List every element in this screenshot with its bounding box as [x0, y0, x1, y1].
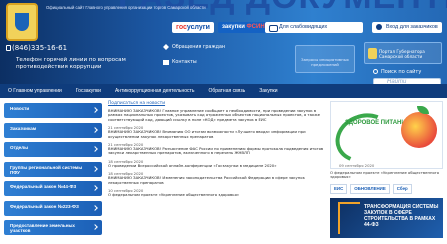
- hotline-text: Телефон горячей линии по вопросам против…: [16, 57, 126, 70]
- chevron-right-icon: [92, 165, 98, 172]
- customer-login-link[interactable]: Вход для заказчиков: [372, 22, 442, 33]
- contacts-icon: [163, 60, 169, 65]
- list-item[interactable]: ВНИМАНИЮ ЗАКАЗЧИКОВ! Главное управление …: [108, 108, 326, 122]
- sidebar-item-customers[interactable]: Заказчикам: [4, 122, 102, 138]
- search-icon: [373, 69, 378, 74]
- chevron-right-icon: [92, 204, 98, 211]
- list-item[interactable]: 21 сентября 2020 ВНИМАНИЮ ЗАКАЗЧИКОВ! Раз…: [108, 142, 326, 156]
- list-item[interactable]: 21 сентября 2020 ВНИМАНИЮ ЗАКАЗЧИКОВ! Вни…: [108, 125, 326, 139]
- appeals-link[interactable]: Обращения граждан: [172, 45, 225, 50]
- healthy-eating-banner[interactable]: ЗДОРОВОЕ ПИТАНИЕ 09 сентября 2020: [330, 101, 443, 169]
- phone-number: (846)335-16-61: [12, 44, 68, 52]
- chevron-right-icon: [92, 224, 98, 230]
- nav-item-purchases[interactable]: Закупки: [259, 88, 277, 94]
- list-item[interactable]: 18 сентября 2020 ВНИМАНИЮ ЗАКАЗЧИКОВ! Изм…: [108, 171, 326, 185]
- governor-portal-banner[interactable]: Портал Губернатора Самарской области: [364, 42, 442, 64]
- right-column: ЗДОРОВОЕ ПИТАНИЕ 09 сентября 2020 О феде…: [330, 101, 443, 238]
- banner-title: ЗДОРОВОЕ ПИТАНИЕ: [345, 120, 410, 126]
- nav-item-about[interactable]: О Главном управлении: [8, 88, 62, 94]
- sidebar-item-44fz[interactable]: Федеральный закон №44-ФЗ: [4, 181, 102, 196]
- chevron-right-icon: [92, 126, 98, 133]
- banner-text: ТРАНСФОРМАЦИЯ СИСТЕМЫ ЗАКУПОК В СФЕРЕ СТ…: [364, 203, 439, 228]
- main-nav: О Главном управлении Госзакупки Антикорр…: [0, 84, 447, 98]
- crane-arm-icon: [338, 201, 360, 204]
- fruit-icon: [401, 112, 437, 148]
- zakupki-link[interactable]: закупки ФСИН: [217, 22, 269, 33]
- site-name: Официальный сайт Главного управления орг…: [46, 5, 206, 10]
- arc-decoration: [331, 105, 400, 168]
- sber-logo[interactable]: Сбер: [392, 183, 412, 194]
- sidebar-item-land[interactable]: Предоставление земельных участков: [4, 220, 102, 235]
- sidebar-item-groups[interactable]: Группы региональной системы ПФУ: [4, 161, 102, 177]
- sidebar-item-departments[interactable]: Отделы: [4, 142, 102, 157]
- chevron-right-icon: [92, 185, 98, 191]
- top-links: госуслуги закупки ФСИН: [172, 22, 269, 33]
- news-list: Подписаться на новости ВНИМАНИЮ ЗАКАЗЧИК…: [108, 101, 326, 200]
- chevron-right-icon: [92, 146, 98, 152]
- crane-icon: [338, 201, 340, 234]
- nav-item-anticorruption[interactable]: Антикоррупционная деятельность: [115, 88, 194, 94]
- banner-date: 09 сентября 2020: [339, 163, 375, 168]
- eis-logo[interactable]: ЕИС: [330, 183, 348, 194]
- initiative-proposals-banner[interactable]: Запросы инициативных предложений: [295, 45, 355, 73]
- update-logo[interactable]: ОБНОВЛЕНИЕ: [350, 183, 390, 194]
- contacts-link[interactable]: Контакты: [172, 60, 197, 65]
- subscribe-link[interactable]: Подписаться на новости: [108, 101, 326, 106]
- nav-item-goszakupki[interactable]: Госзакупки: [76, 88, 101, 94]
- phone-icon: [6, 45, 11, 51]
- nav-item-feedback[interactable]: Обратная связь: [208, 88, 245, 94]
- sidebar-item-223fz[interactable]: Федеральный закон №223-ФЗ: [4, 200, 102, 216]
- construction-procurement-banner[interactable]: ТРАНСФОРМАЦИЯ СИСТЕМЫ ЗАКУПОК В СФЕРЕ СТ…: [330, 197, 443, 238]
- search-label: Поиск по сайту: [381, 69, 422, 75]
- list-item[interactable]: 10 сентября 2020 О федеральном проекте «У…: [108, 188, 326, 197]
- list-item[interactable]: 18 сентября 2020 О проведении Всероссийск…: [108, 159, 326, 168]
- chevron-right-icon: [92, 107, 98, 113]
- partner-logos: ЕИС ОБНОВЛЕНИЕ Сбер: [330, 183, 443, 194]
- coat-of-arms-logo[interactable]: [6, 3, 38, 41]
- accessibility-link[interactable]: Для слабовидящих: [265, 22, 363, 33]
- sidebar-item-news[interactable]: Новости: [4, 103, 102, 118]
- sidebar: Новости Заказчикам Отделы Группы региона…: [4, 103, 102, 240]
- banner-caption[interactable]: О федеральном проекте «Укрепление общест…: [330, 170, 443, 180]
- gosuslugi-link[interactable]: госуслуги: [172, 22, 214, 33]
